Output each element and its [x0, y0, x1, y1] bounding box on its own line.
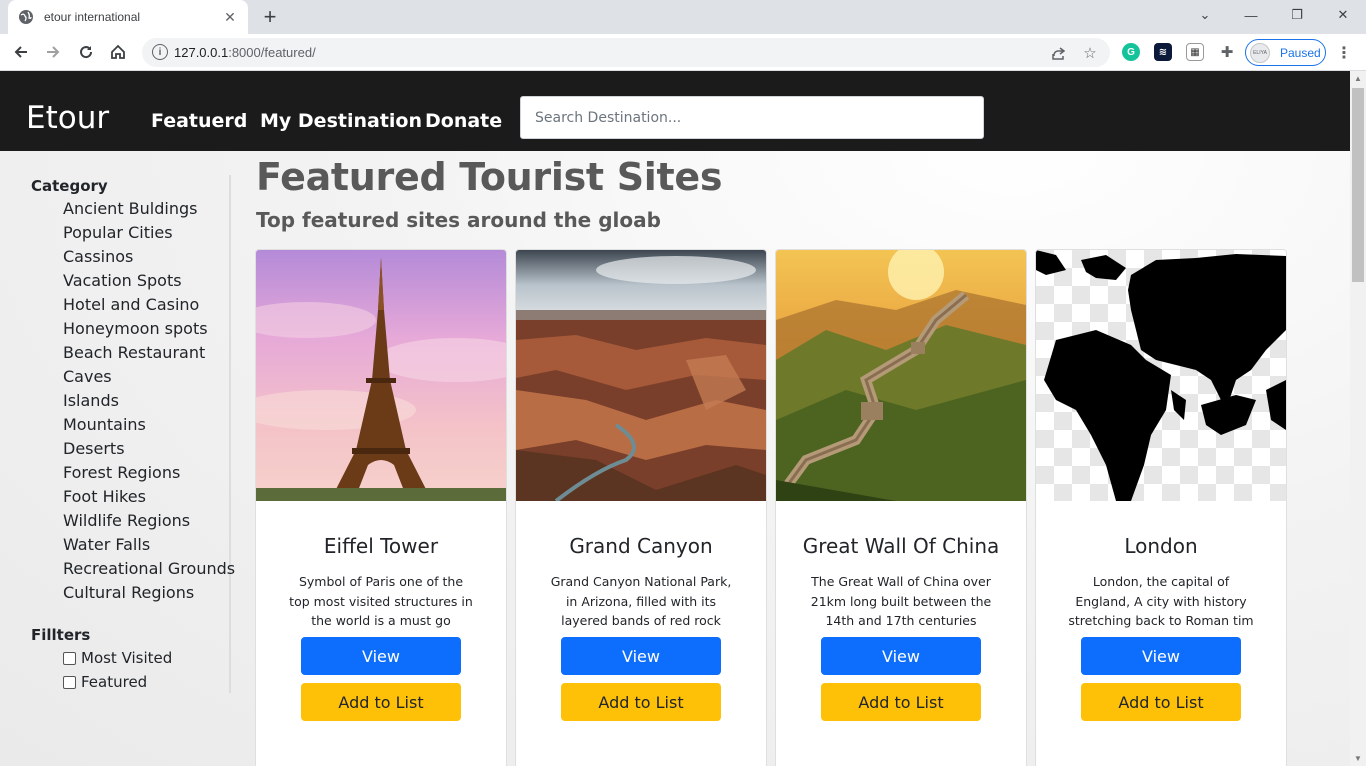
search-input[interactable]	[520, 96, 984, 139]
category-vacation-spots[interactable]: Vacation Spots	[63, 271, 182, 290]
address-bar[interactable]: i 127.0.0.1:8000/featured/ ☆	[142, 38, 1110, 67]
vpn-extension-icon[interactable]: ≋	[1154, 43, 1172, 61]
site-navbar: Etour Featuerd My Destination Donate	[0, 71, 1350, 151]
add-to-list-button[interactable]: Add to List	[301, 683, 461, 721]
card-description: London, the capital of England, A city w…	[1068, 574, 1254, 628]
tab-close-icon[interactable]: ✕	[222, 9, 238, 26]
new-tab-icon[interactable]: +	[258, 5, 282, 29]
view-button[interactable]: View	[1081, 637, 1241, 675]
extensions-puzzle-icon[interactable]: ✚	[1218, 43, 1236, 61]
filter-label: Featured	[81, 673, 148, 691]
view-button[interactable]: View	[561, 637, 721, 675]
site-info-icon[interactable]: i	[152, 44, 168, 60]
avatar: ELIYA	[1250, 42, 1270, 63]
url-text: 127.0.0.1:8000/featured/	[174, 45, 316, 60]
browser-menu-icon[interactable]: ⋮	[1336, 43, 1352, 63]
category-honeymoon-spots[interactable]: Honeymoon spots	[63, 319, 208, 338]
minimize-icon[interactable]: —	[1228, 0, 1274, 30]
most-visited-checkbox[interactable]	[63, 651, 76, 665]
window-controls: ⌄ — ❐ ✕	[1182, 0, 1366, 34]
card-title: Great Wall Of China	[802, 534, 1000, 558]
view-button[interactable]: View	[301, 637, 461, 675]
profile-button[interactable]: ELIYA Paused	[1245, 39, 1326, 66]
reload-icon[interactable]	[74, 40, 98, 64]
add-to-list-button[interactable]: Add to List	[821, 683, 981, 721]
card-description: The Great Wall of China over 21km long b…	[810, 574, 992, 628]
category-heading: Category	[31, 177, 108, 195]
world-map-image	[1036, 250, 1286, 501]
featured-checkbox[interactable]	[63, 675, 76, 689]
browser-tab[interactable]: etour international ✕	[8, 0, 248, 34]
scroll-up-icon[interactable]: ▲	[1354, 74, 1362, 83]
filter-featured[interactable]: Featured	[63, 673, 147, 691]
filters-heading: Fillters	[31, 626, 91, 644]
category-mountains[interactable]: Mountains	[63, 415, 146, 434]
browser-toolbar: i 127.0.0.1:8000/featured/ ☆ G ≋ ▦ ✚ ELI…	[0, 34, 1366, 71]
tab-search-icon[interactable]: ⌄	[1182, 0, 1228, 30]
site-card-eiffel-tower: Eiffel Tower Symbol of Paris one of the …	[255, 249, 507, 766]
category-forest-regions[interactable]: Forest Regions	[63, 463, 180, 482]
site-card-london: London London, the capital of England, A…	[1035, 249, 1287, 766]
category-casinos[interactable]: Cassinos	[63, 247, 133, 266]
add-to-list-button[interactable]: Add to List	[1081, 683, 1241, 721]
card-title: London	[1124, 534, 1198, 558]
grammarly-icon[interactable]: G	[1122, 43, 1140, 61]
category-recreational-grounds[interactable]: Recreational Grounds	[63, 559, 235, 578]
category-hotel-and-casino[interactable]: Hotel and Casino	[63, 295, 199, 314]
card-title: Eiffel Tower	[323, 534, 439, 558]
restore-icon[interactable]: ❐	[1274, 0, 1320, 30]
page-title: Featured Tourist Sites	[256, 155, 723, 199]
home-icon[interactable]	[106, 40, 130, 64]
close-window-icon[interactable]: ✕	[1320, 0, 1366, 30]
grand-canyon-image	[516, 250, 766, 501]
browser-tab-strip: etour international ✕ + ⌄ — ❐ ✕	[0, 0, 1366, 34]
share-icon[interactable]	[1049, 44, 1067, 62]
sidebar: Category Ancient Buldings Popular Cities…	[31, 175, 235, 693]
category-wildlife-regions[interactable]: Wildlife Regions	[63, 511, 190, 530]
bookmark-star-icon[interactable]: ☆	[1081, 44, 1099, 62]
category-cultural-regions[interactable]: Cultural Regions	[63, 583, 194, 602]
card-description: Symbol of Paris one of the top most visi…	[289, 574, 473, 628]
filter-label: Most Visited	[81, 649, 173, 667]
card-title: Grand Canyon	[569, 534, 713, 558]
nav-link-my-destination[interactable]: My Destination	[260, 110, 422, 132]
page-content: Etour Featuerd My Destination Donate Cat…	[0, 71, 1350, 766]
category-deserts[interactable]: Deserts	[63, 439, 125, 458]
scrollbar-thumb[interactable]	[1352, 88, 1364, 282]
page-scrollbar[interactable]: ▲ ▼	[1350, 71, 1366, 766]
globe-icon	[19, 10, 33, 24]
forward-icon[interactable]	[41, 40, 65, 64]
site-card-grand-canyon: Grand Canyon Grand Canyon National Park,…	[515, 249, 767, 766]
scroll-down-icon[interactable]: ▼	[1354, 754, 1362, 763]
back-icon[interactable]	[9, 40, 33, 64]
site-card-great-wall: Great Wall Of China The Great Wall of Ch…	[775, 249, 1027, 766]
tab-title: etour international	[44, 10, 141, 24]
category-ancient-buildings[interactable]: Ancient Buldings	[63, 199, 197, 218]
filter-most-visited[interactable]: Most Visited	[63, 649, 172, 667]
qr-code-icon[interactable]: ▦	[1186, 43, 1204, 61]
great-wall-image	[776, 250, 1026, 501]
page-subtitle: Top featured sites around the gloab	[256, 208, 661, 232]
add-to-list-button[interactable]: Add to List	[561, 683, 721, 721]
category-foot-hikes[interactable]: Foot Hikes	[63, 487, 146, 506]
brand-logo[interactable]: Etour	[26, 100, 109, 136]
view-button[interactable]: View	[821, 637, 981, 675]
nav-link-featured[interactable]: Featuerd	[151, 110, 247, 132]
nav-link-donate[interactable]: Donate	[425, 110, 502, 132]
category-beach-restaurant[interactable]: Beach Restaurant	[63, 343, 205, 362]
card-description: Grand Canyon National Park, in Arizona, …	[550, 574, 732, 628]
category-water-falls[interactable]: Water Falls	[63, 535, 150, 554]
category-islands[interactable]: Islands	[63, 391, 119, 410]
eiffel-tower-image	[256, 250, 506, 501]
category-popular-cities[interactable]: Popular Cities	[63, 223, 173, 242]
profile-status: Paused	[1280, 45, 1321, 60]
category-caves[interactable]: Caves	[63, 367, 112, 386]
